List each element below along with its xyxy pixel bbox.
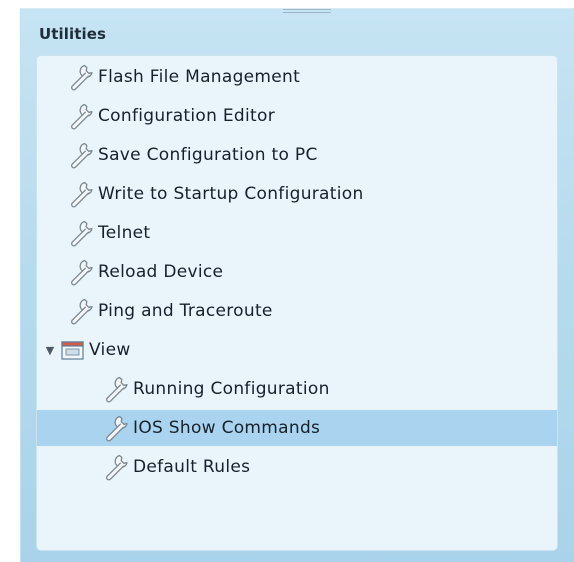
- tree-item-default-rules[interactable]: Default Rules: [37, 449, 557, 485]
- tree-item-reload-device[interactable]: Reload Device: [37, 254, 557, 290]
- wrench-icon: [99, 373, 133, 405]
- tree-item-label: IOS Show Commands: [133, 418, 321, 438]
- tree-item-label: Configuration Editor: [98, 106, 276, 126]
- wrench-icon: [64, 100, 98, 132]
- wrench-icon: [64, 256, 98, 288]
- wrench-icon: [64, 295, 98, 327]
- tree-item-write-to-startup-configuration[interactable]: Write to Startup Configuration: [37, 176, 557, 212]
- wrench-icon: [64, 217, 98, 249]
- tree-item-label: Ping and Traceroute: [98, 301, 273, 321]
- panel-resize-grip[interactable]: [283, 9, 331, 13]
- wrench-icon: [64, 139, 98, 171]
- utilities-tree: Flash File Management Configuration Edit…: [36, 55, 558, 551]
- expand-toggle-icon[interactable]: ▼: [43, 343, 57, 357]
- tree-item-label: Write to Startup Configuration: [98, 184, 364, 204]
- tree-item-telnet[interactable]: Telnet: [37, 215, 557, 251]
- panel-heading: Utilities: [39, 25, 107, 43]
- tree-item-label: View: [89, 340, 131, 360]
- tree-item-label: Telnet: [98, 223, 151, 243]
- tree-item-label: Reload Device: [98, 262, 224, 282]
- tree-item-label: Save Configuration to PC: [98, 145, 318, 165]
- wrench-icon: [64, 178, 98, 210]
- wrench-icon: [99, 451, 133, 483]
- tree-item-label: Flash File Management: [98, 67, 301, 87]
- tree-item-configuration-editor[interactable]: Configuration Editor: [37, 98, 557, 134]
- tree-item-ios-show-commands[interactable]: IOS Show Commands: [37, 410, 557, 446]
- tree-item-label: Running Configuration: [133, 379, 330, 399]
- tree-item-ping-and-traceroute[interactable]: Ping and Traceroute: [37, 293, 557, 329]
- tree-item-running-configuration[interactable]: Running Configuration: [37, 371, 557, 407]
- folder-icon: [61, 341, 84, 360]
- tree-item-save-configuration-to-pc[interactable]: Save Configuration to PC: [37, 137, 557, 173]
- tree-item-label: Default Rules: [133, 457, 251, 477]
- wrench-icon: [99, 412, 133, 444]
- utilities-panel: Utilities Flash File Management Configur…: [20, 8, 574, 562]
- tree-item-flash-file-management[interactable]: Flash File Management: [37, 59, 557, 95]
- wrench-icon: [64, 61, 98, 93]
- tree-item-view[interactable]: ▼ View: [37, 332, 557, 368]
